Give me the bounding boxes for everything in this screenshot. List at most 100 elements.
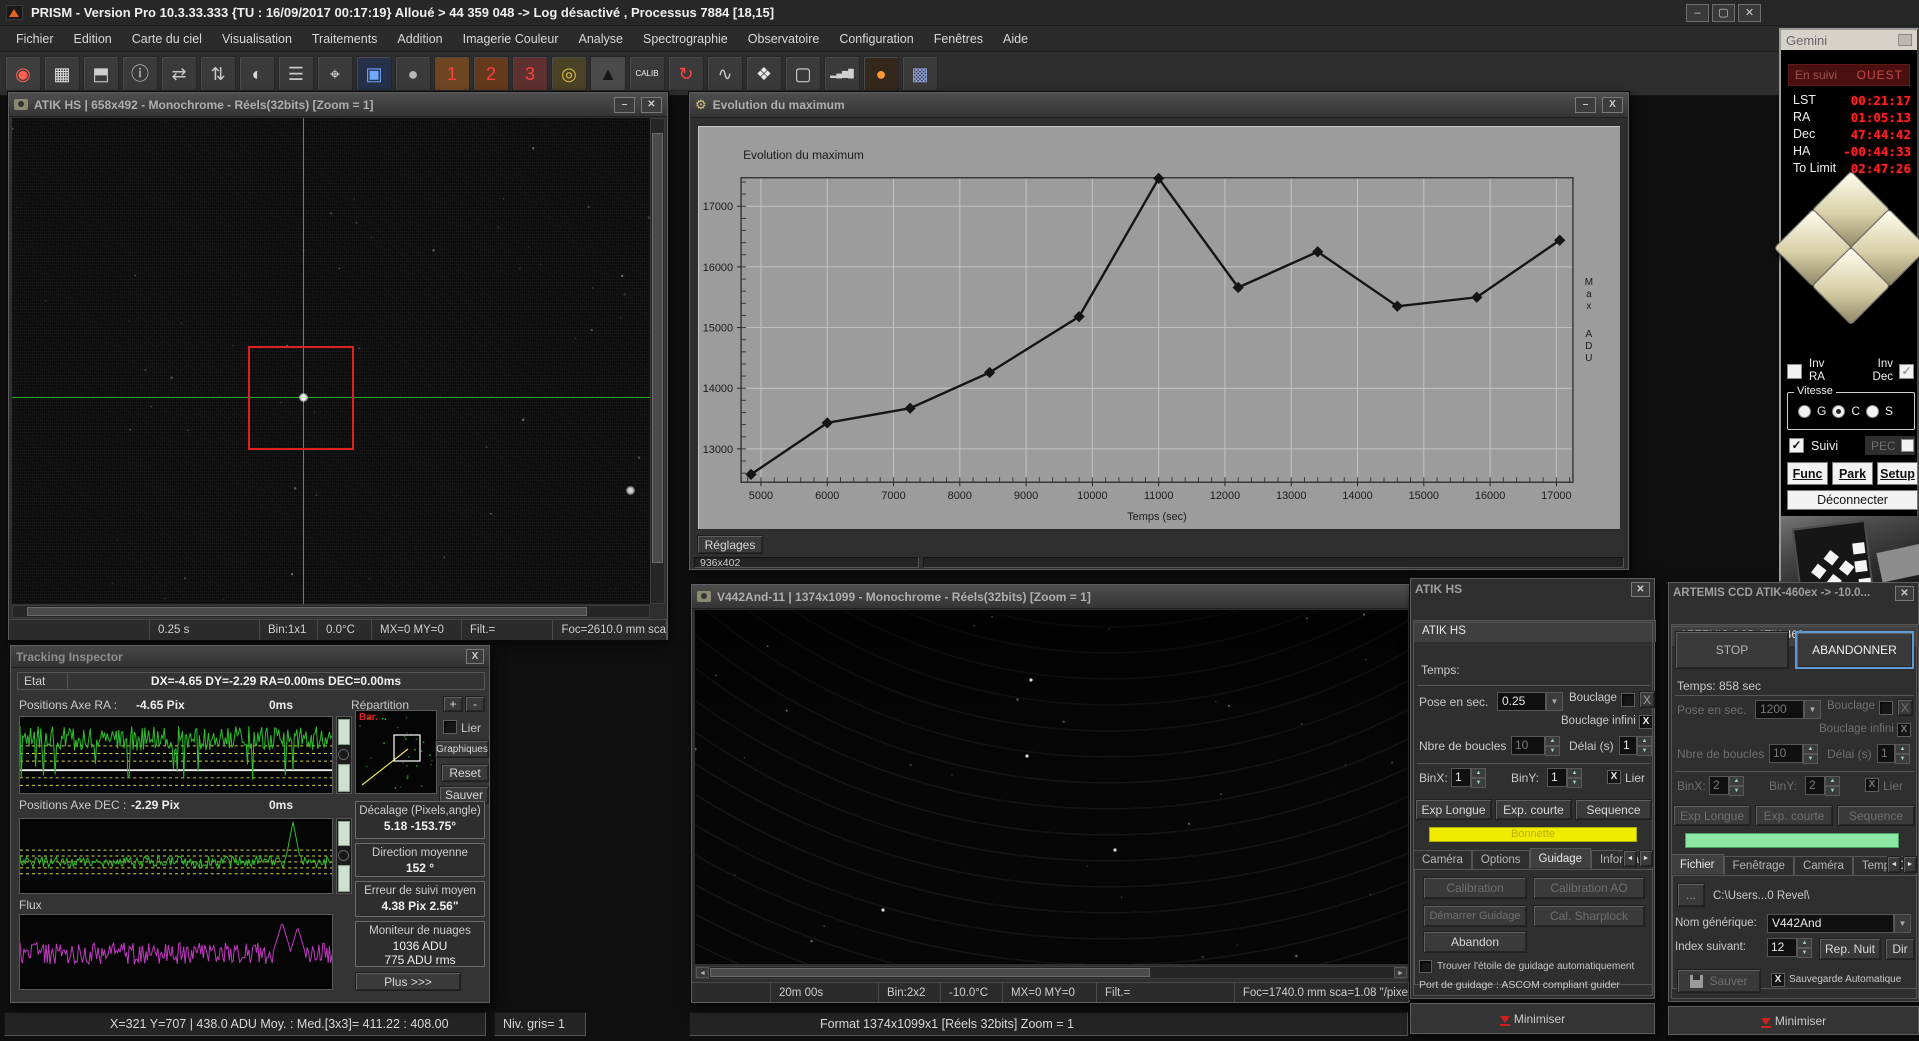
spin-down-icon[interactable]: ▼ xyxy=(1471,778,1486,788)
sphere-icon[interactable]: ● xyxy=(395,56,431,91)
artemis-titlebar[interactable]: ARTEMIS CCD ATIK-460ex -> -10.0... ✕ xyxy=(1669,583,1918,603)
filter-wheel-icon[interactable]: ◎ xyxy=(551,56,587,91)
spin-down-icon[interactable]: ▼ xyxy=(1825,786,1840,796)
spin-down-icon[interactable]: ▼ xyxy=(1567,778,1582,788)
setup-button[interactable]: Setup xyxy=(1877,462,1918,485)
display-icon[interactable]: ▣ xyxy=(356,56,392,91)
artemis-sequence-button[interactable]: Sequence xyxy=(1837,805,1915,826)
spin-up-icon[interactable]: ▲ xyxy=(1803,744,1818,754)
artemis-nbre-value[interactable]: 10 xyxy=(1769,744,1803,763)
scroll-left-icon[interactable]: ◄ xyxy=(696,967,709,978)
abandonner-button[interactable]: ABANDONNER xyxy=(1795,631,1914,669)
nom-generique-value[interactable]: V442And xyxy=(1767,914,1894,933)
reset-button[interactable]: Reset xyxy=(441,764,489,782)
menu-addition[interactable]: Addition xyxy=(387,28,452,50)
camera-3-icon[interactable]: 3 xyxy=(512,56,548,91)
atik-vertical-scrollbar[interactable] xyxy=(650,118,665,604)
spin-down-icon[interactable]: ▼ xyxy=(1637,746,1652,756)
tab-options[interactable]: Options xyxy=(1472,850,1530,869)
binx-value[interactable]: 1 xyxy=(1451,768,1471,787)
histogram-icon[interactable]: ▂▄▆█ xyxy=(824,56,860,91)
tab-scroll-left-icon[interactable]: ◄ xyxy=(1887,856,1901,873)
open-image-icon[interactable]: ⬒ xyxy=(83,56,119,91)
tab-scroll-left-icon[interactable]: ◄ xyxy=(1623,850,1637,867)
spin-up-icon[interactable]: ▲ xyxy=(1471,768,1486,778)
spin-up-icon[interactable]: ▲ xyxy=(1567,768,1582,778)
menu-aide[interactable]: Aide xyxy=(993,28,1038,50)
planet-icon[interactable]: ● xyxy=(863,56,899,91)
suivi-checkbox[interactable]: ✓ xyxy=(1789,438,1804,453)
dropdown-arrow-icon[interactable]: ▼ xyxy=(1546,692,1563,711)
long-exposure-view[interactable] xyxy=(695,610,1408,964)
dir-button[interactable]: Dir xyxy=(1885,938,1915,960)
artemis-pose-value[interactable]: 1200 xyxy=(1755,700,1804,719)
close-button[interactable]: ✕ xyxy=(1738,4,1761,22)
spin-up-icon[interactable]: ▲ xyxy=(1797,938,1812,948)
spin-up-icon[interactable]: ▲ xyxy=(1637,736,1652,746)
atik-vscroll-thumb[interactable] xyxy=(652,133,663,563)
gemini-menu-button[interactable] xyxy=(1898,34,1912,46)
menu-edition[interactable]: Edition xyxy=(64,28,122,50)
artemis-exp-longue-button[interactable]: Exp Longue xyxy=(1673,805,1751,826)
artemis-binx-spinner[interactable]: 2 ▲▼ xyxy=(1709,776,1744,795)
atik-horizontal-scrollbar[interactable] xyxy=(12,605,650,618)
biny-spinner[interactable]: 1 ▲▼ xyxy=(1547,768,1582,787)
speed-guide-radio[interactable] xyxy=(1798,405,1811,418)
artemis-bouclage-infini-checkbox[interactable]: X xyxy=(1897,723,1911,737)
inv-dec-checkbox[interactable]: ✓ xyxy=(1899,364,1914,379)
zoom-minus-button[interactable]: - xyxy=(465,696,485,712)
trouver-etoile-checkbox[interactable] xyxy=(1419,960,1432,973)
tab-fichier[interactable]: Fichier xyxy=(1671,854,1724,874)
browse-button[interactable]: ... xyxy=(1677,883,1705,907)
menu-observatoire[interactable]: Observatoire xyxy=(738,28,830,50)
graphiques-button[interactable]: Graphiques xyxy=(435,740,489,758)
sequence-button[interactable]: Sequence xyxy=(1575,799,1652,820)
artemis-minimiser-bar[interactable]: Minimiser xyxy=(1668,1006,1919,1035)
bin-lier-checkbox[interactable]: X xyxy=(1607,770,1621,784)
atik-close-button[interactable]: ✕ xyxy=(641,97,662,113)
gemini-titlebar[interactable]: Gemini xyxy=(1781,30,1917,50)
mosaic-icon[interactable]: ▩ xyxy=(902,56,938,91)
evolution-minimize-button[interactable]: – xyxy=(1575,97,1596,113)
exp-courte-button[interactable]: Exp. courte xyxy=(1495,799,1572,820)
tracking-titlebar[interactable]: Tracking Inspector X xyxy=(11,646,489,668)
artemis-biny-spinner[interactable]: 2 ▲▼ xyxy=(1805,776,1840,795)
func-button[interactable]: Func xyxy=(1787,462,1828,485)
inv-ra-checkbox[interactable] xyxy=(1787,364,1802,379)
contrast-icon[interactable]: ◐ xyxy=(239,56,275,91)
camera-acquisition-icon[interactable]: ◉ xyxy=(5,56,41,91)
artemis-bouclage-checkbox[interactable] xyxy=(1879,701,1893,715)
menu-spectrographie[interactable]: Spectrographie xyxy=(633,28,738,50)
bouclage-checkbox[interactable] xyxy=(1621,693,1635,707)
calibration-ao-button[interactable]: Calibration AO xyxy=(1533,877,1645,899)
spin-down-icon[interactable]: ▼ xyxy=(1729,786,1744,796)
crosshair-icon[interactable]: ⌖ xyxy=(317,56,353,91)
nbre-boucles-spinner[interactable]: 10 ▲▼ xyxy=(1511,736,1560,755)
binx-spinner[interactable]: 1 ▲▼ xyxy=(1451,768,1486,787)
spin-up-icon[interactable]: ▲ xyxy=(1729,776,1744,786)
artemis-nbre-spinner[interactable]: 10 ▲▼ xyxy=(1769,744,1818,763)
pose-value[interactable]: 0.25 xyxy=(1497,692,1546,711)
atik-panel-close[interactable]: ✕ xyxy=(1631,582,1650,597)
demarrer-guidage-button[interactable]: Démarrer Guidage xyxy=(1423,905,1527,927)
minimize-button[interactable]: – xyxy=(1686,4,1709,22)
dropdown-arrow-icon[interactable]: ▼ xyxy=(1894,914,1911,933)
park-button[interactable]: Park xyxy=(1832,462,1873,485)
atik-minimiser-bar[interactable]: Minimiser xyxy=(1410,1003,1655,1034)
menu-imagerie-couleur[interactable]: Imagerie Couleur xyxy=(453,28,569,50)
rep-nuit-button[interactable]: Rep. Nuit xyxy=(1819,938,1881,960)
spin-up-icon[interactable]: ▲ xyxy=(1825,776,1840,786)
tab-scroll-right-icon[interactable]: ► xyxy=(1639,850,1653,867)
spin-down-icon[interactable]: ▼ xyxy=(1797,948,1812,958)
spin-up-icon[interactable]: ▲ xyxy=(1545,736,1560,746)
artemis-bouclage-stop[interactable]: X xyxy=(1897,699,1913,716)
artemis-exp-courte-button[interactable]: Exp. courte xyxy=(1755,805,1833,826)
v442-hscroll-thumb[interactable] xyxy=(710,968,1150,977)
exp-longue-button[interactable]: Exp Longue xyxy=(1415,799,1492,820)
hand-icon[interactable]: ❖ xyxy=(746,56,782,91)
dropdown-arrow-icon[interactable]: ▼ xyxy=(1804,700,1821,719)
guide-loop-icon[interactable]: ↻ xyxy=(668,56,704,91)
atik-panel-titlebar[interactable]: ATIK HS ✕ xyxy=(1411,579,1654,599)
artemis-biny-value[interactable]: 2 xyxy=(1805,776,1825,795)
sauvegarde-auto-checkbox[interactable]: X xyxy=(1771,973,1785,987)
